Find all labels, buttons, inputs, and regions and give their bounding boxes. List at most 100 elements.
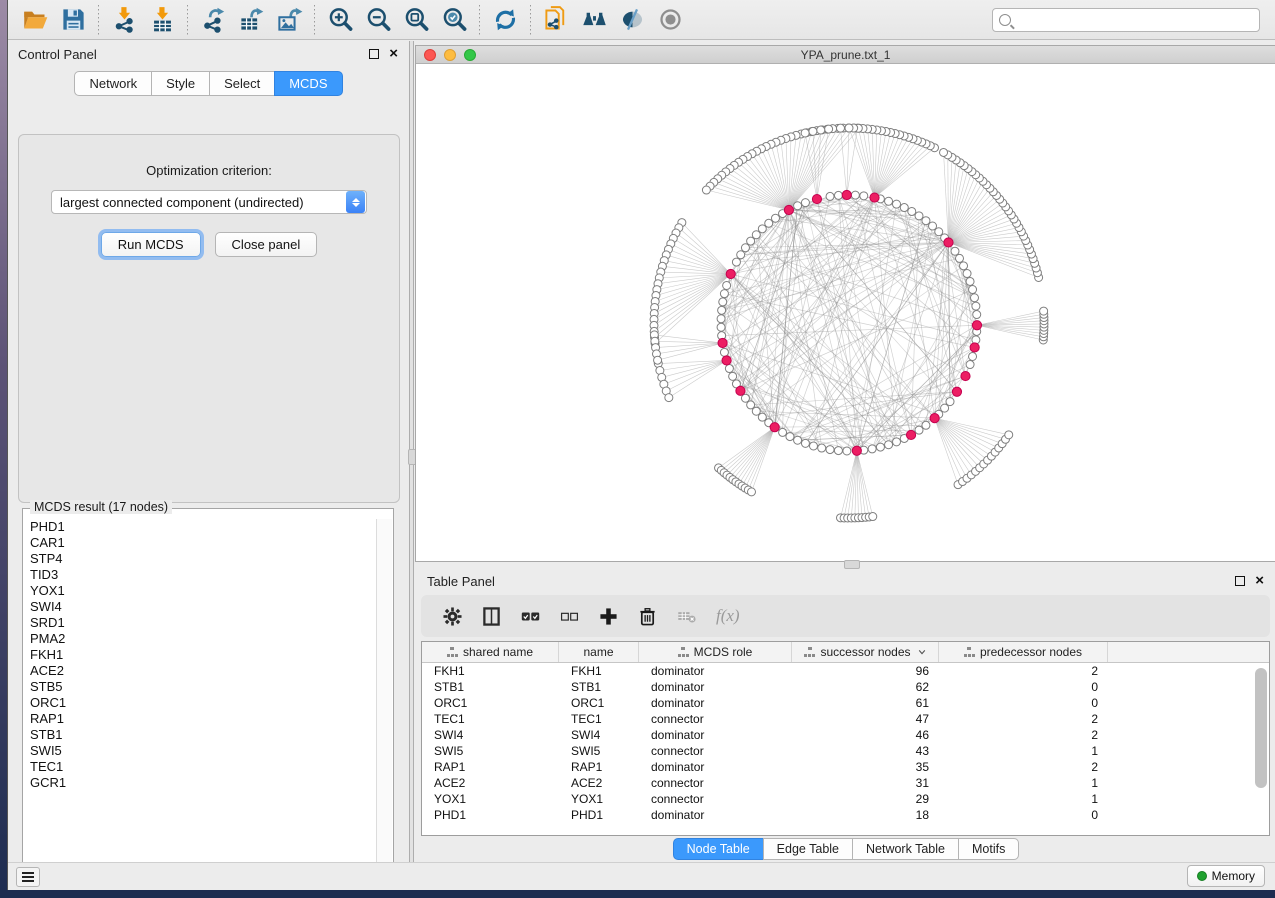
panel-menu-button[interactable] bbox=[16, 867, 40, 887]
tab-motifs[interactable]: Motifs bbox=[958, 838, 1019, 860]
binoculars-icon bbox=[581, 6, 608, 33]
mcds-result-item[interactable]: ACE2 bbox=[30, 663, 375, 679]
mcds-result-item[interactable]: GCR1 bbox=[30, 775, 375, 791]
table-settings-button[interactable] bbox=[443, 607, 462, 626]
import-table-button[interactable] bbox=[143, 3, 181, 37]
open-session-button[interactable] bbox=[16, 3, 54, 37]
mcds-result-item[interactable]: RAP1 bbox=[30, 711, 375, 727]
mcds-result-item[interactable]: STB5 bbox=[30, 679, 375, 695]
mcds-result-item[interactable]: YOX1 bbox=[30, 583, 375, 599]
tab-mcds[interactable]: MCDS bbox=[274, 71, 342, 96]
close-window-icon[interactable] bbox=[424, 49, 436, 61]
mcds-result-item[interactable]: PMA2 bbox=[30, 631, 375, 647]
export-image-button[interactable] bbox=[270, 3, 308, 37]
export-table-button[interactable] bbox=[232, 3, 270, 37]
network-canvas[interactable] bbox=[416, 65, 1275, 561]
delete-column-button[interactable] bbox=[677, 607, 696, 626]
import-table-icon bbox=[149, 6, 176, 33]
vertical-splitter[interactable] bbox=[409, 41, 414, 862]
column-header-successor-nodes[interactable]: successor nodes bbox=[792, 642, 939, 662]
table-row[interactable]: SWI5SWI5connector431 bbox=[422, 743, 1269, 759]
zoom-fit-button[interactable] bbox=[397, 3, 435, 37]
save-session-button[interactable] bbox=[54, 3, 92, 37]
column-header-MCDS-role[interactable]: MCDS role bbox=[639, 642, 792, 662]
network-search-field[interactable] bbox=[992, 8, 1260, 32]
table-row[interactable]: SWI4SWI4dominator462 bbox=[422, 727, 1269, 743]
search-input[interactable] bbox=[1017, 13, 1253, 27]
refresh-layout-button[interactable] bbox=[486, 3, 524, 37]
zoom-selected-button[interactable] bbox=[435, 3, 473, 37]
tab-select[interactable]: Select bbox=[209, 71, 275, 96]
table-cell: PHD1 bbox=[422, 808, 559, 822]
table-row[interactable]: YOX1YOX1connector291 bbox=[422, 791, 1269, 807]
mcds-result-item[interactable]: TEC1 bbox=[30, 759, 375, 775]
optimization-criterion-dropdown[interactable]: largest connected component (undirected) bbox=[51, 190, 367, 214]
table-cell: 18 bbox=[792, 808, 939, 822]
import-network-icon bbox=[111, 6, 138, 33]
mcds-result-item[interactable]: SWI5 bbox=[30, 743, 375, 759]
table-scrollbar-thumb[interactable] bbox=[1255, 668, 1267, 788]
mcds-result-group: MCDS result (17 nodes) PHD1CAR1STP4TID3Y… bbox=[22, 508, 394, 880]
mcds-result-item[interactable]: FKH1 bbox=[30, 647, 375, 663]
table-row[interactable]: FKH1FKH1dominator962 bbox=[422, 663, 1269, 679]
table-row[interactable]: ORC1ORC1dominator610 bbox=[422, 695, 1269, 711]
close-panel-icon[interactable]: × bbox=[389, 49, 398, 59]
close-panel-button[interactable]: Close panel bbox=[215, 232, 318, 257]
table-row[interactable]: TEC1TEC1connector472 bbox=[422, 711, 1269, 727]
gear-icon bbox=[443, 607, 462, 626]
table-cell: 2 bbox=[939, 664, 1108, 678]
float-panel-icon[interactable] bbox=[369, 49, 379, 59]
maximize-window-icon[interactable] bbox=[464, 49, 476, 61]
node-table: shared namenameMCDS rolesuccessor nodesp… bbox=[421, 641, 1270, 836]
minimize-window-icon[interactable] bbox=[444, 49, 456, 61]
delete-row-button[interactable] bbox=[638, 607, 657, 626]
export-network-button[interactable] bbox=[194, 3, 232, 37]
column-header-name[interactable]: name bbox=[559, 642, 639, 662]
mcds-result-item[interactable]: STB1 bbox=[30, 727, 375, 743]
show-graphics-details-button[interactable] bbox=[651, 3, 689, 37]
mcds-result-list[interactable]: PHD1CAR1STP4TID3YOX1SWI4SRD1PMA2FKH1ACE2… bbox=[24, 519, 375, 878]
new-network-button[interactable] bbox=[537, 3, 575, 37]
table-cell: YOX1 bbox=[422, 792, 559, 806]
network-window-titlebar[interactable]: YPA_prune.txt_1 bbox=[416, 46, 1275, 64]
table-row[interactable]: STB1STB1dominator620 bbox=[422, 679, 1269, 695]
function-builder-button[interactable]: f(x) bbox=[716, 606, 740, 626]
close-panel-icon[interactable]: × bbox=[1255, 576, 1264, 586]
table-row[interactable]: ACE2ACE2connector311 bbox=[422, 775, 1269, 791]
table-row[interactable]: RAP1RAP1dominator352 bbox=[422, 759, 1269, 775]
float-panel-icon[interactable] bbox=[1235, 576, 1245, 586]
import-network-button[interactable] bbox=[105, 3, 143, 37]
add-row-button[interactable] bbox=[599, 607, 618, 626]
tab-network[interactable]: Network bbox=[74, 71, 152, 96]
column-header-shared-name[interactable]: shared name bbox=[422, 642, 559, 662]
mcds-result-item[interactable]: PHD1 bbox=[30, 519, 375, 535]
export-network-icon bbox=[200, 6, 227, 33]
zoom-in-button[interactable] bbox=[321, 3, 359, 37]
table-row[interactable]: PHD1PHD1dominator180 bbox=[422, 807, 1269, 823]
dropdown-stepper-icon bbox=[346, 191, 365, 213]
tab-network-table[interactable]: Network Table bbox=[852, 838, 959, 860]
mcds-result-item[interactable]: ORC1 bbox=[30, 695, 375, 711]
mcds-result-item[interactable]: STP4 bbox=[30, 551, 375, 567]
search-network-button[interactable] bbox=[575, 3, 613, 37]
mcds-result-item[interactable]: TID3 bbox=[30, 567, 375, 583]
control-panel-header: Control Panel × bbox=[8, 41, 408, 67]
mcds-result-item[interactable]: SWI4 bbox=[30, 599, 375, 615]
mcds-result-item[interactable]: CAR1 bbox=[30, 535, 375, 551]
hide-graphics-details-button[interactable] bbox=[613, 3, 651, 37]
table-cell: 1 bbox=[939, 744, 1108, 758]
tab-edge-table[interactable]: Edge Table bbox=[763, 838, 853, 860]
column-header-predecessor-nodes[interactable]: predecessor nodes bbox=[939, 642, 1108, 662]
tab-node-table[interactable]: Node Table bbox=[673, 838, 764, 860]
run-mcds-button[interactable]: Run MCDS bbox=[101, 232, 201, 257]
tab-style[interactable]: Style bbox=[151, 71, 210, 96]
result-scrollbar[interactable] bbox=[376, 519, 392, 878]
horizontal-splitter-grip[interactable] bbox=[844, 560, 860, 569]
show-column-panel-button[interactable] bbox=[482, 607, 501, 626]
select-all-button[interactable] bbox=[521, 607, 540, 626]
network-graph[interactable] bbox=[416, 65, 1275, 561]
zoom-out-button[interactable] bbox=[359, 3, 397, 37]
memory-button[interactable]: Memory bbox=[1187, 865, 1265, 887]
unselect-all-button[interactable] bbox=[560, 607, 579, 626]
mcds-result-item[interactable]: SRD1 bbox=[30, 615, 375, 631]
